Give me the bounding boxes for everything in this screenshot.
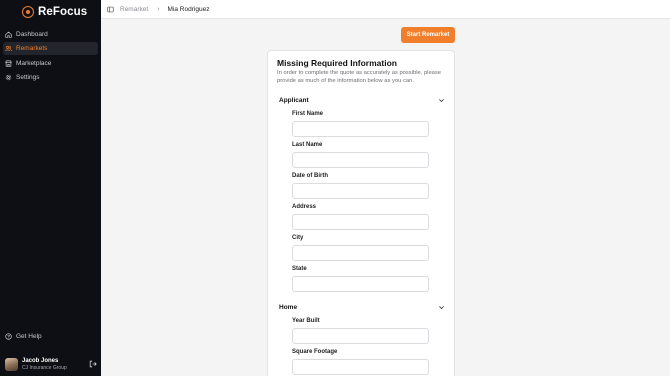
sidebar-item-label: Remarkets	[16, 45, 48, 53]
sidebar-item-settings[interactable]: Settings	[3, 71, 98, 84]
user-name: Jacob Jones	[22, 357, 59, 364]
breadcrumb-parent[interactable]: Remarket	[120, 6, 148, 13]
chevron-down-icon	[439, 305, 444, 309]
first-name-input[interactable]	[292, 121, 429, 137]
home-icon	[5, 31, 12, 38]
field-label-date-of-birth: Date of Birth	[292, 173, 328, 179]
refocus-logo-icon	[22, 6, 34, 18]
sidebar-item-dashboard[interactable]: Dashboard	[3, 28, 98, 41]
field-label-first-name: First Name	[292, 111, 324, 117]
square-footage-input[interactable]	[292, 359, 429, 375]
users-icon	[5, 45, 12, 52]
sidebar-item-label: Dashboard	[16, 31, 48, 38]
avatar	[5, 357, 18, 371]
state-input[interactable]	[292, 276, 429, 292]
date-of-birth-input[interactable]	[292, 183, 429, 199]
chevron-down-icon	[439, 98, 444, 102]
sidebar-item-label: Marketplace	[16, 59, 52, 67]
start-remarket-button[interactable]: Start Remarket	[401, 27, 455, 43]
sidebar-toggle-icon[interactable]	[107, 6, 114, 13]
chevron-right-icon: ›	[157, 5, 160, 13]
missing-info-card: Missing Required Information In order to…	[267, 50, 455, 376]
card-title: Missing Required Information	[277, 58, 397, 68]
sidebar-nav: Dashboard Remarkets Marketplace Settings	[3, 28, 98, 86]
gear-icon	[5, 74, 12, 81]
app-logo[interactable]: ReFocus	[22, 6, 87, 18]
field-label-address: Address	[292, 204, 317, 210]
app-name: ReFocus	[38, 6, 88, 18]
last-name-input[interactable]	[292, 152, 429, 168]
section-label: Home	[279, 303, 298, 311]
sidebar-item-label: Settings	[16, 74, 40, 82]
get-help-label: Get Help	[16, 333, 42, 340]
section-applicant-header[interactable]: Applicant	[279, 95, 445, 105]
top-bar: Remarket › Mia Rodriguez	[101, 0, 670, 19]
store-icon	[5, 60, 12, 67]
sidebar-item-marketplace[interactable]: Marketplace	[3, 57, 98, 70]
year-built-input[interactable]	[292, 328, 429, 344]
sidebar-item-remarkets[interactable]: Remarkets	[3, 42, 98, 56]
help-circle-icon	[5, 333, 12, 340]
field-label-year-built: Year Built	[292, 318, 320, 324]
breadcrumb-current: Mia Rodriguez	[167, 5, 210, 13]
section-label: Applicant	[279, 96, 309, 104]
city-input[interactable]	[292, 245, 429, 261]
sidebar: ReFocus Dashboard Remarkets Marketplace …	[0, 0, 101, 376]
get-help-link[interactable]: Get Help	[5, 333, 42, 340]
section-home-header[interactable]: Home	[279, 302, 445, 312]
logout-icon[interactable]	[89, 360, 97, 368]
field-label-state: State	[292, 266, 307, 272]
address-input[interactable]	[292, 214, 429, 230]
user-profile[interactable]: Jacob Jones CJ Insurance Group	[5, 356, 97, 372]
user-organization: CJ Insurance Group	[22, 364, 67, 371]
field-label-square-footage: Square Footage	[292, 349, 338, 355]
card-subtitle: In order to complete the quote as accura…	[277, 70, 442, 84]
field-label-last-name: Last Name	[292, 142, 323, 148]
field-label-city: City	[292, 235, 304, 241]
